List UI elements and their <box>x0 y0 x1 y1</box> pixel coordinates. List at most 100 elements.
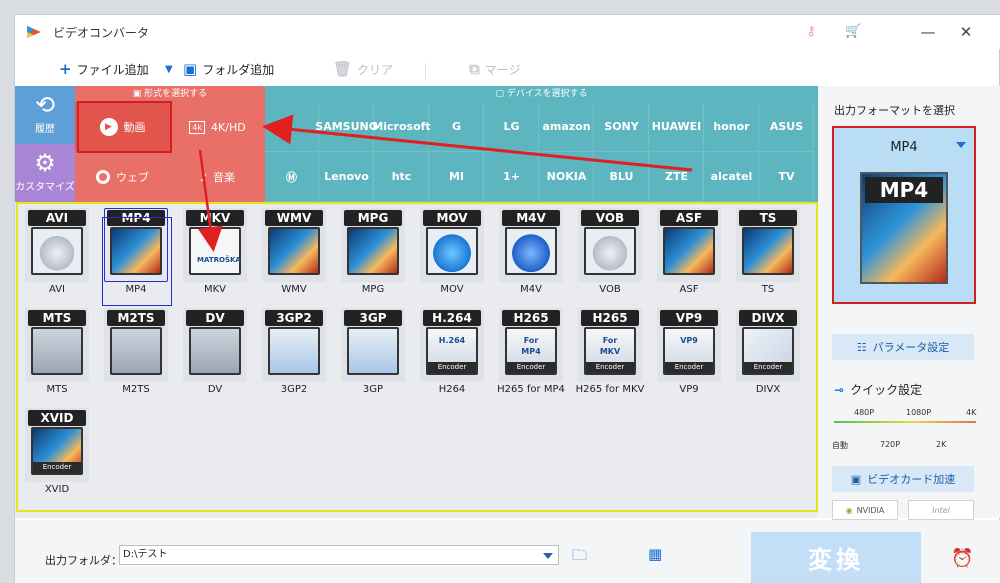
device-brand-nokia[interactable]: NOKIA <box>540 152 594 202</box>
minimize-button[interactable]: — <box>917 21 939 43</box>
format-ts[interactable]: TS TS <box>733 206 803 300</box>
4k-icon: 4k <box>189 120 206 134</box>
nvidia-toggle[interactable]: ◉ NVIDIA <box>832 500 898 520</box>
add-folder-button[interactable]: ▣ フォルダ追加 <box>183 59 274 79</box>
category-web-label: ウェブ <box>116 171 149 184</box>
cart-icon[interactable]: 🛒 <box>845 24 861 40</box>
open-folder-icon[interactable]: 🗀 <box>572 545 596 565</box>
device-brand-amazon[interactable]: amazon <box>540 102 594 152</box>
format-mpg[interactable]: MPG MPG <box>338 206 408 300</box>
convert-button[interactable]: 変換 <box>751 532 921 583</box>
format-label: H265 for MKV <box>575 384 645 395</box>
format-icon-text: For MKV <box>599 336 621 356</box>
format-3gp[interactable]: 3GP 3GP <box>338 306 408 400</box>
format-mts[interactable]: MTS MTS <box>22 306 92 400</box>
format-icon <box>31 327 83 375</box>
format-icon-text: For MP4 <box>521 336 541 356</box>
device-brand-sony[interactable]: SONY <box>595 102 649 152</box>
device-brand-samsung[interactable]: SAMSUNG <box>315 102 378 152</box>
device-brand-motorola[interactable]: Ⓜ <box>265 152 319 202</box>
format-tag: TS <box>739 210 797 226</box>
merge-button[interactable]: ⧉ マージ <box>469 59 520 79</box>
category-4k-hd[interactable]: 4k 4K/HD <box>170 102 265 152</box>
format-dv[interactable]: DV DV <box>180 306 250 400</box>
format-label: WMV <box>281 284 307 295</box>
key-icon[interactable]: ⚷ <box>803 24 819 40</box>
app-logo-icon <box>27 26 41 38</box>
format-label: MPG <box>361 284 385 295</box>
format-wmv[interactable]: WMV WMV <box>259 206 329 300</box>
format-h265-for-mkv[interactable]: H265 For MKV Encoder H265 for MKV <box>575 306 645 400</box>
output-format-name: MP4 <box>890 140 918 155</box>
format-label: MOV <box>440 284 464 295</box>
format-h264[interactable]: H.264 H.264 Encoder H264 <box>417 306 487 400</box>
encoder-label: Encoder <box>744 362 792 373</box>
quick-settings-label: クイック設定 <box>850 383 923 397</box>
device-brand-1-[interactable]: 1+ <box>485 152 539 202</box>
title-bar: ビデオコンバータ ⚷ 🛒 — ✕ <box>15 15 1000 49</box>
format-select-header: ▣ 形式を選択する <box>75 86 265 102</box>
device-brand-htc[interactable]: htc <box>375 152 429 202</box>
film-folder-icon[interactable]: ▦ <box>648 545 672 565</box>
alarm-clock-icon[interactable]: ⏰ <box>951 548 975 569</box>
device-brand-asus[interactable]: ASUS <box>760 102 814 152</box>
output-format-selector[interactable]: MP4 MP4 <box>832 126 976 304</box>
close-button[interactable]: ✕ <box>955 21 977 43</box>
format-divx[interactable]: DIVX Encoder DIVX <box>733 306 803 400</box>
device-brand-apple[interactable] <box>265 102 319 152</box>
format-xvid[interactable]: XVID Encoder XVID <box>22 406 92 500</box>
format-tag: DV <box>186 310 244 326</box>
quality-slider[interactable] <box>834 421 976 423</box>
device-brand-alcatel[interactable]: alcatel <box>705 152 759 202</box>
encoder-label: Encoder <box>33 462 81 473</box>
format-vp9[interactable]: VP9 VP9 Encoder VP9 <box>654 306 724 400</box>
device-brand-tv[interactable]: TV <box>760 152 814 202</box>
format-label: M2TS <box>122 384 150 395</box>
sliders-icon: ☷ <box>856 340 867 354</box>
device-brand-honor[interactable]: honor <box>705 102 759 152</box>
gear-icon: ⚙ <box>34 149 56 177</box>
quick-settings: ⊸ クイック設定 <box>834 381 922 398</box>
format-vob[interactable]: VOB VOB <box>575 206 645 300</box>
history-button[interactable]: ⟲ 履歴 <box>15 86 75 144</box>
add-folder-dropdown[interactable]: ▼ <box>165 59 173 79</box>
merge-icon: ⧉ <box>469 60 480 78</box>
format-mkv[interactable]: MKV MATROŠKA MKV <box>180 206 250 300</box>
category-web[interactable]: ウェブ <box>75 152 170 202</box>
device-brand-blu[interactable]: BLU <box>595 152 649 202</box>
format-3gp2[interactable]: 3GP2 3GP2 <box>259 306 329 400</box>
format-mov[interactable]: MOV MOV <box>417 206 487 300</box>
device-brand-g[interactable]: G <box>430 102 484 152</box>
format-asf[interactable]: ASF ASF <box>654 206 724 300</box>
format-header-icon: ▣ <box>132 89 145 99</box>
folder-dropdown-icon[interactable] <box>543 553 553 559</box>
device-brand-huawei[interactable]: HUAWEI <box>650 102 704 152</box>
format-tag: AVI <box>28 210 86 226</box>
format-m4v[interactable]: M4V M4V <box>496 206 566 300</box>
add-file-button[interactable]: + ファイル追加 <box>59 59 149 79</box>
format-avi[interactable]: AVI AVI <box>22 206 92 300</box>
format-tag: H.264 <box>423 310 481 326</box>
format-m2ts[interactable]: M2TS M2TS <box>101 306 171 400</box>
device-brand-mi[interactable]: MI <box>430 152 484 202</box>
history-label: 履歴 <box>35 124 55 135</box>
output-folder-input[interactable]: D:\テスト <box>119 545 559 565</box>
device-brand-lenovo[interactable]: Lenovo <box>320 152 374 202</box>
parameter-settings-button[interactable]: ☷ パラメータ設定 <box>832 334 974 360</box>
dropdown-caret-icon[interactable] <box>956 142 966 148</box>
category-music[interactable]: ♪ 音楽 <box>170 152 265 202</box>
device-brand-zte[interactable]: ZTE <box>650 152 704 202</box>
format-icon <box>584 227 636 275</box>
format-tag: VOB <box>581 210 639 226</box>
format-icon <box>347 327 399 375</box>
customize-button[interactable]: ⚙ カスタマイズ <box>15 144 75 202</box>
format-tag: H265 <box>502 310 560 326</box>
format-label: M4V <box>520 284 542 295</box>
gpu-acceleration-button[interactable]: ▣ ビデオカード加速 <box>832 466 974 492</box>
format-h265-for-mp4[interactable]: H265 For MP4 Encoder H265 for MP4 <box>496 306 566 400</box>
intel-toggle[interactable]: Intel <box>908 500 974 520</box>
device-brand-microsoft[interactable]: Microsoft <box>372 102 431 152</box>
clear-button[interactable]: 🗑 クリア <box>333 59 393 79</box>
format-label: VOB <box>599 284 621 295</box>
device-brand-lg[interactable]: LG <box>485 102 539 152</box>
